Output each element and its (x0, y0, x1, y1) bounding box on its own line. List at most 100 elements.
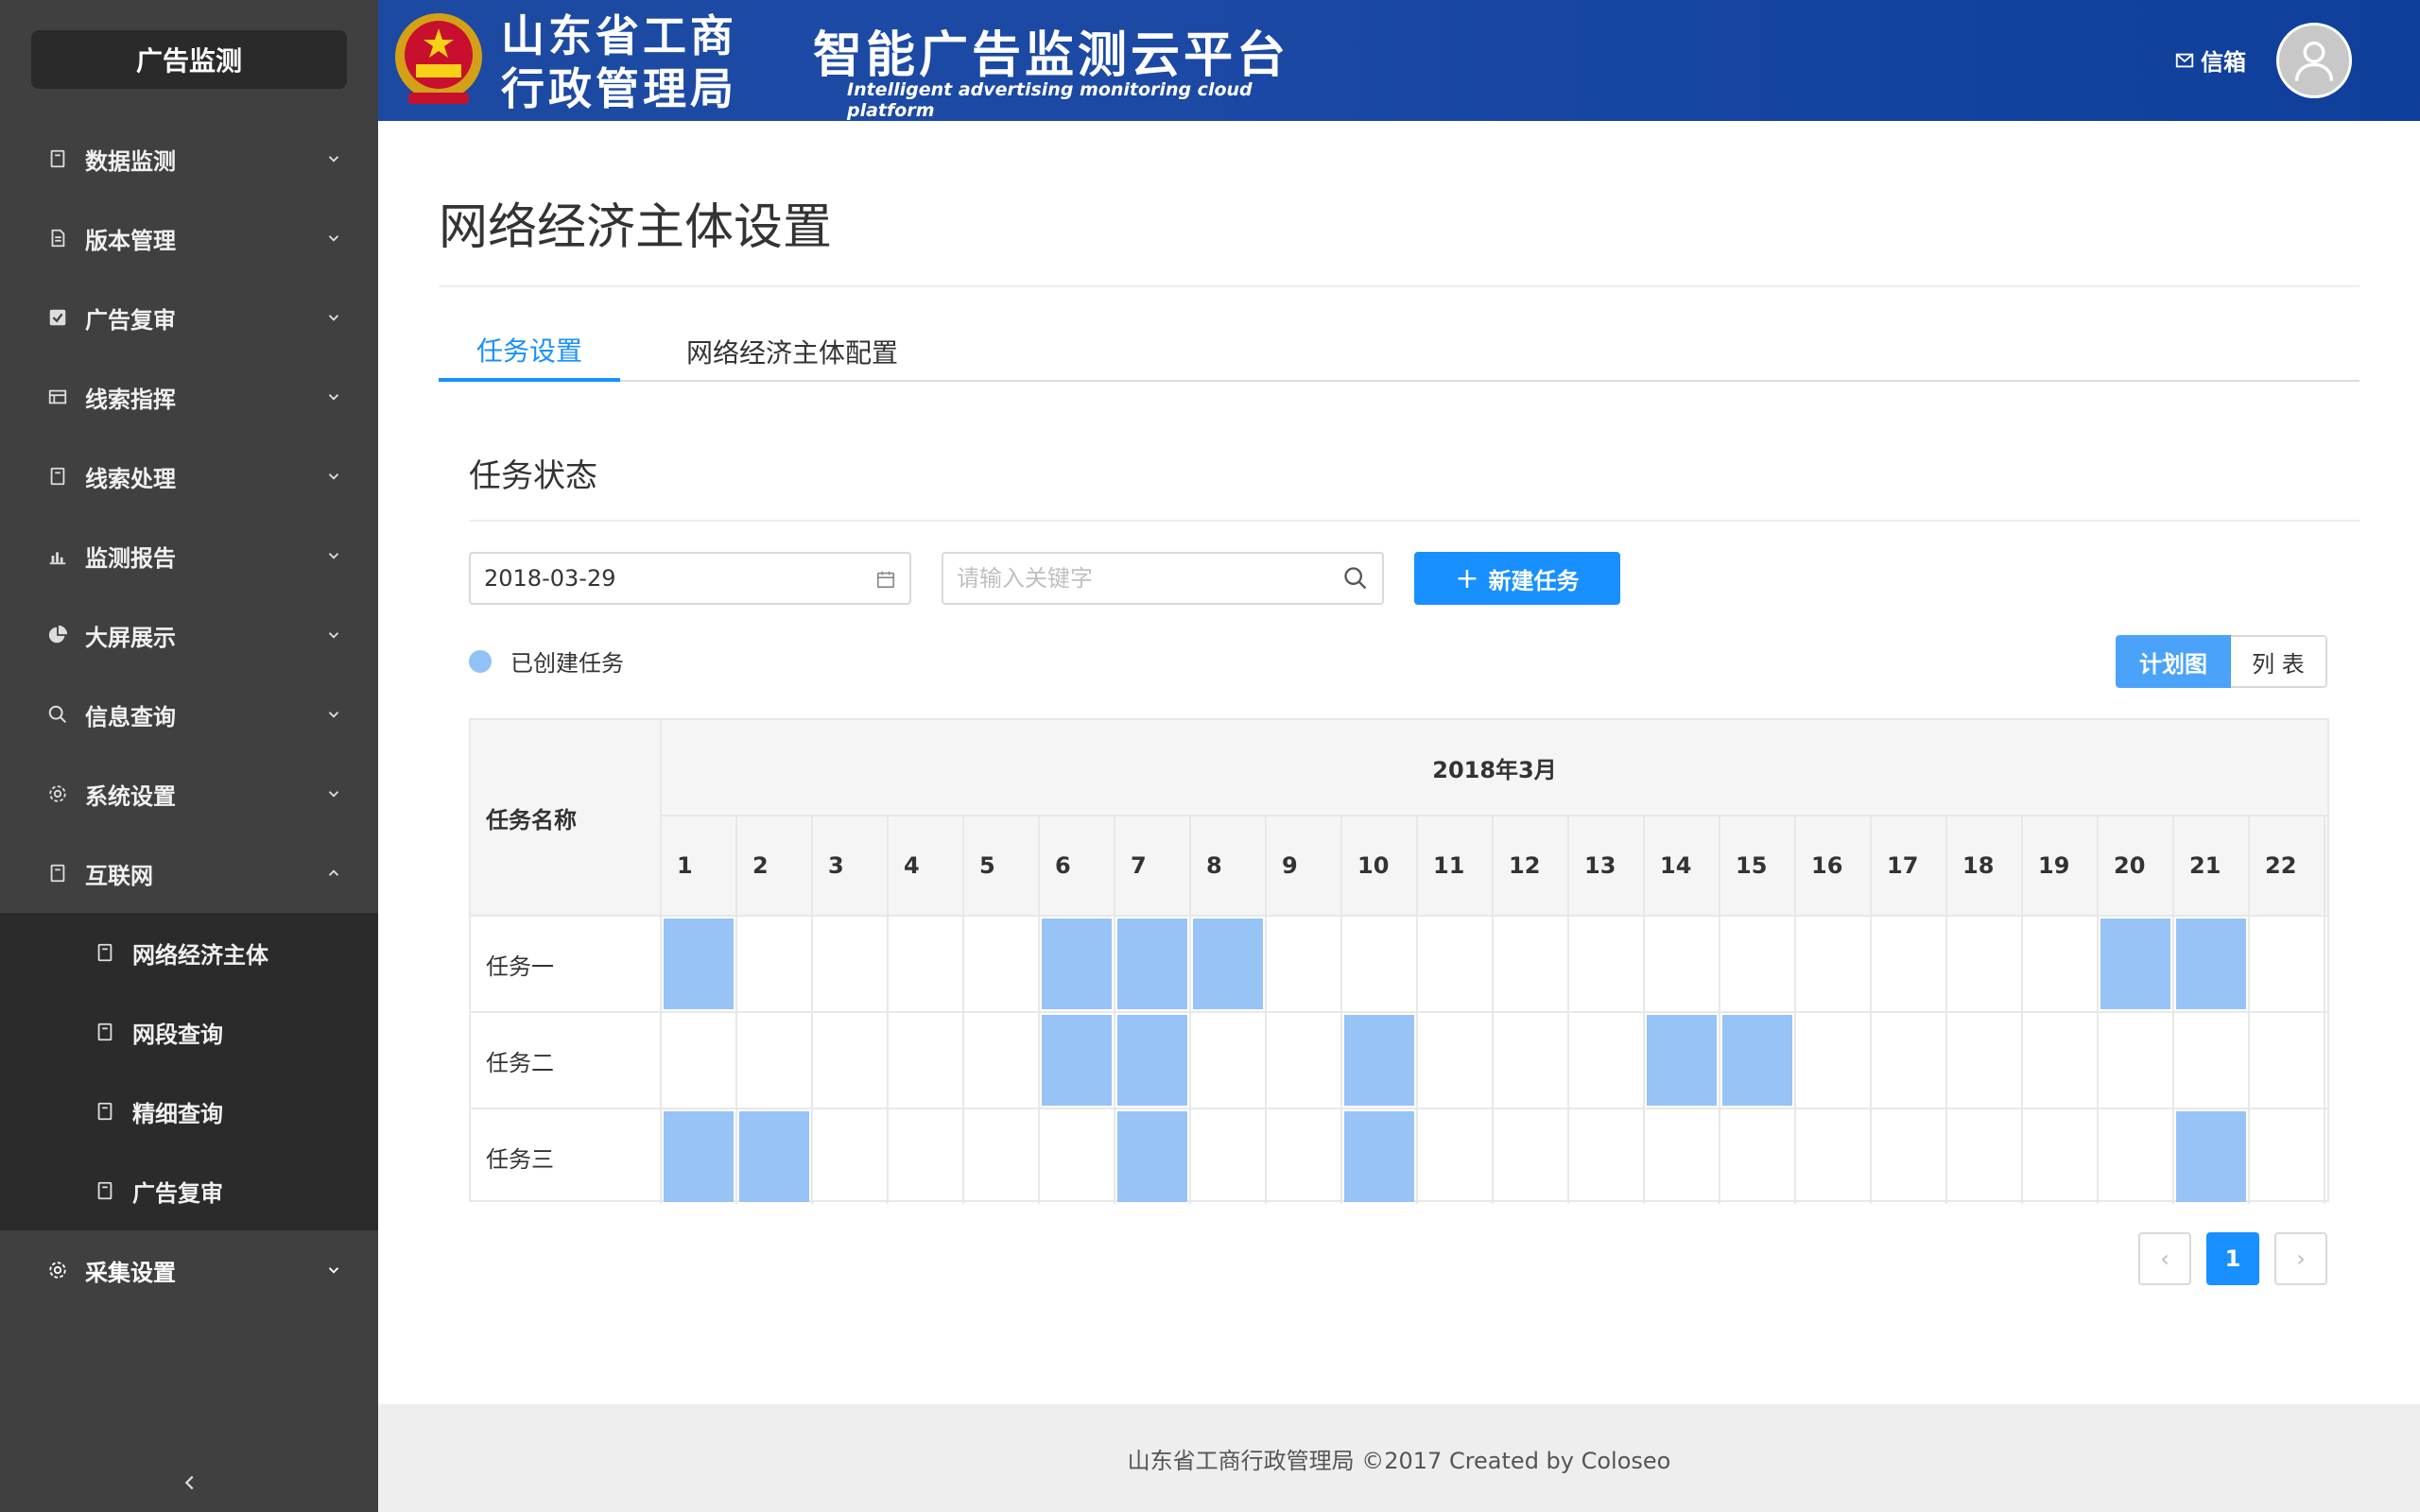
task-cell[interactable] (1947, 1109, 2023, 1204)
task-cell[interactable] (1267, 1109, 1342, 1204)
task-cell[interactable] (2023, 917, 2099, 1011)
task-block[interactable] (2174, 1109, 2250, 1204)
task-cell[interactable] (813, 1109, 889, 1204)
task-cell[interactable] (1796, 1013, 1872, 1108)
task-cell[interactable] (2099, 1109, 2174, 1204)
task-cell[interactable] (1494, 1109, 1569, 1204)
task-cell[interactable] (2023, 1013, 2099, 1108)
task-cell[interactable] (1418, 917, 1494, 1011)
task-cell[interactable] (1418, 1109, 1494, 1204)
sidebar-item-collect-settings[interactable]: 采集设置 (0, 1230, 378, 1310)
next-page-button[interactable]: › (2274, 1232, 2327, 1285)
task-cell[interactable] (964, 917, 1040, 1011)
task-cell[interactable] (737, 1013, 813, 1108)
task-cell[interactable] (1191, 1109, 1267, 1204)
task-block[interactable] (1342, 1109, 1418, 1204)
task-block[interactable] (1191, 917, 1267, 1011)
task-cell[interactable] (1720, 1109, 1796, 1204)
task-block[interactable] (1645, 1013, 1720, 1108)
task-cell[interactable] (737, 917, 813, 1011)
sidebar-subitem-fine-query[interactable]: 精细查询 (0, 1072, 378, 1151)
task-cell[interactable] (1796, 1109, 1872, 1204)
task-block[interactable] (737, 1109, 813, 1204)
sidebar-logo[interactable]: 广告监测 (31, 30, 347, 89)
task-name[interactable]: 任务三 (471, 1109, 662, 1204)
task-cell[interactable] (1645, 1109, 1720, 1204)
sidebar-subitem-network-entity[interactable]: 网络经济主体 (0, 913, 378, 992)
sidebar-subitem-ad-review[interactable]: 广告复审 (0, 1151, 378, 1230)
task-cell[interactable] (813, 1013, 889, 1108)
sidebar-item-clue-command[interactable]: 线索指挥 (0, 357, 378, 437)
task-cell[interactable] (2250, 917, 2325, 1011)
sidebar-item-data-monitor[interactable]: 数据监测 (0, 119, 378, 198)
task-cell[interactable] (1267, 917, 1342, 1011)
task-cell[interactable] (1494, 917, 1569, 1011)
task-cell[interactable] (2174, 1013, 2250, 1108)
sidebar-item-info-query[interactable]: 信息查询 (0, 675, 378, 754)
sidebar-item-clue-handle[interactable]: 线索处理 (0, 437, 378, 516)
sidebar-collapse-button[interactable] (180, 1472, 200, 1493)
page-1-button[interactable]: 1 (2206, 1232, 2259, 1285)
sidebar-item-big-screen[interactable]: 大屏展示 (0, 595, 378, 675)
date-picker[interactable]: 2018-03-29 (469, 552, 911, 605)
task-cell[interactable] (1872, 917, 1947, 1011)
task-cell[interactable] (964, 1109, 1040, 1204)
task-block[interactable] (662, 917, 737, 1011)
task-cell[interactable] (2099, 1013, 2174, 1108)
task-block[interactable] (662, 1109, 737, 1204)
task-name[interactable]: 任务二 (471, 1013, 662, 1108)
new-task-button[interactable]: + 新建任务 (1414, 552, 1620, 605)
task-cell[interactable] (964, 1013, 1040, 1108)
task-cell[interactable] (2250, 1013, 2325, 1108)
task-block[interactable] (1115, 917, 1191, 1011)
day-header: 3 (813, 816, 889, 915)
task-cell[interactable] (889, 1013, 964, 1108)
task-block[interactable] (1720, 1013, 1796, 1108)
user-avatar[interactable] (2276, 23, 2352, 98)
task-cell[interactable] (662, 1013, 737, 1108)
task-cell[interactable] (813, 917, 889, 1011)
task-cell[interactable] (1342, 917, 1418, 1011)
task-cell[interactable] (1720, 917, 1796, 1011)
task-block[interactable] (1040, 1013, 1115, 1108)
view-list-button[interactable]: 列 表 (2231, 635, 2327, 688)
task-cell[interactable] (2023, 1109, 2099, 1204)
prev-page-button[interactable]: ‹ (2138, 1232, 2191, 1285)
sidebar-subitem-segment-query[interactable]: 网段查询 (0, 992, 378, 1072)
task-cell[interactable] (1947, 1013, 2023, 1108)
task-cell[interactable] (1191, 1013, 1267, 1108)
task-cell[interactable] (1494, 1013, 1569, 1108)
task-cell[interactable] (1267, 1013, 1342, 1108)
task-block[interactable] (1115, 1013, 1191, 1108)
task-cell[interactable] (2250, 1109, 2325, 1204)
sidebar-item-report[interactable]: 监测报告 (0, 516, 378, 595)
task-block[interactable] (1342, 1013, 1418, 1108)
task-cell[interactable] (1569, 1109, 1645, 1204)
search-input[interactable] (942, 552, 1384, 605)
task-cell[interactable] (1947, 917, 2023, 1011)
task-cell[interactable] (1872, 1013, 1947, 1108)
task-cell[interactable] (1645, 917, 1720, 1011)
task-block[interactable] (2099, 917, 2174, 1011)
task-cell[interactable] (1872, 1109, 1947, 1204)
task-block[interactable] (1115, 1109, 1191, 1204)
task-block[interactable] (2174, 917, 2250, 1011)
task-cell[interactable] (1418, 1013, 1494, 1108)
sidebar-item-version[interactable]: 版本管理 (0, 198, 378, 278)
search-icon[interactable] (1342, 565, 1369, 592)
task-cell[interactable] (1040, 1109, 1115, 1204)
task-cell[interactable] (1569, 917, 1645, 1011)
task-cell[interactable] (1796, 917, 1872, 1011)
task-name[interactable]: 任务一 (471, 917, 662, 1011)
sidebar-item-system-settings[interactable]: 系统设置 (0, 754, 378, 833)
tab-task-settings[interactable]: 任务设置 (439, 321, 620, 382)
tab-entity-config[interactable]: 网络经济主体配置 (669, 321, 915, 382)
task-cell[interactable] (889, 1109, 964, 1204)
task-cell[interactable] (1569, 1013, 1645, 1108)
task-cell[interactable] (889, 917, 964, 1011)
sidebar-item-internet[interactable]: 互联网 (0, 833, 378, 913)
mailbox-link[interactable]: 信箱 (2174, 43, 2246, 77)
sidebar-item-ad-review[interactable]: 广告复审 (0, 278, 378, 357)
view-plan-button[interactable]: 计划图 (2116, 635, 2231, 688)
task-block[interactable] (1040, 917, 1115, 1011)
